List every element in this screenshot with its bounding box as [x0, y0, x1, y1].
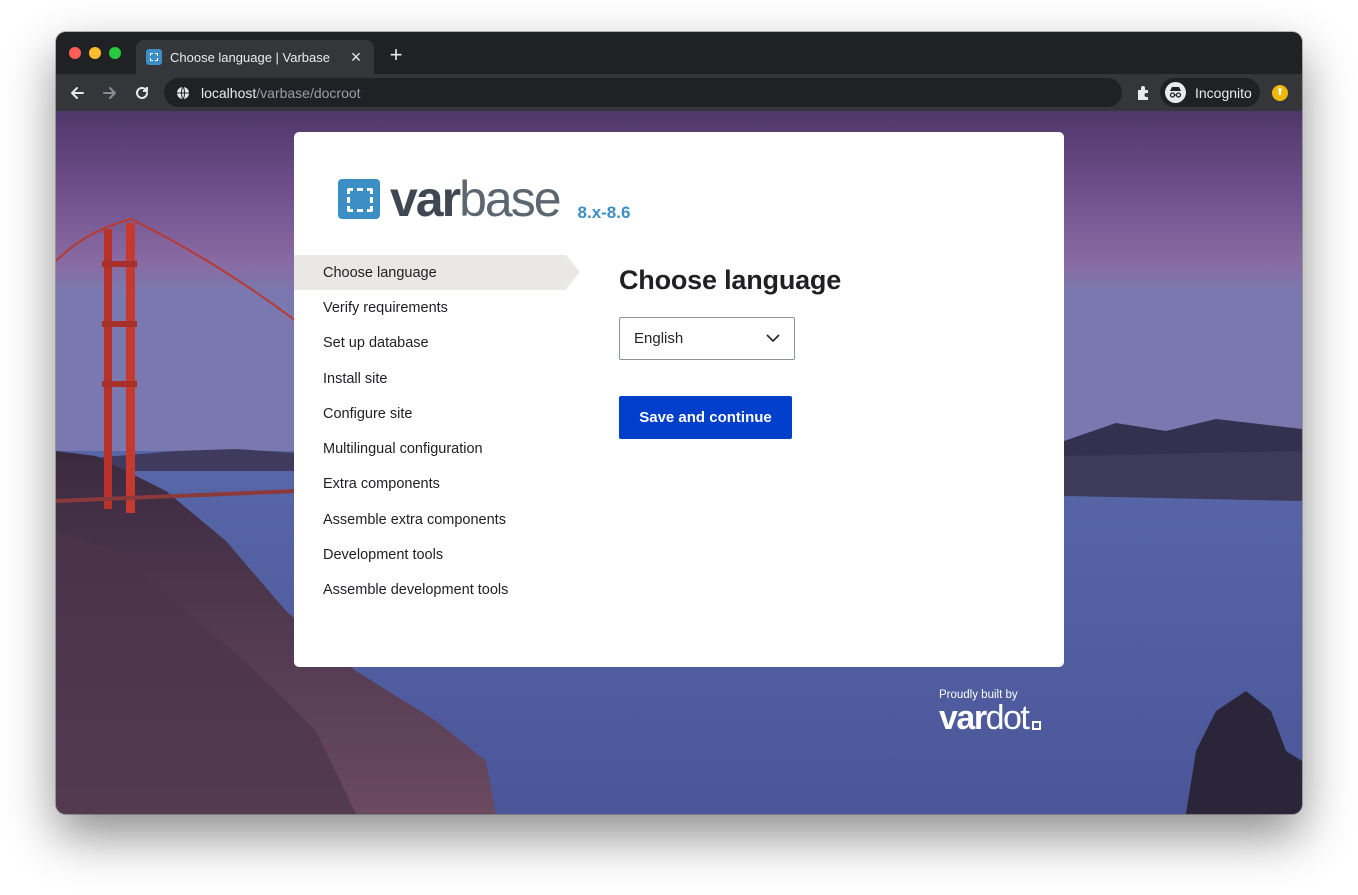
- browser-tab[interactable]: Choose language | Varbase ×: [136, 40, 374, 74]
- browser-toolbar: localhost/varbase/docroot Incognito ⬆: [56, 74, 1302, 111]
- arrow-left-icon[interactable]: [66, 82, 88, 104]
- globe-icon[interactable]: [175, 85, 191, 101]
- step-assemble-extra-components: Assemble extra components: [323, 511, 506, 528]
- puzzle-icon[interactable]: [1135, 84, 1153, 102]
- arrow-right-icon[interactable]: [99, 82, 121, 104]
- varbase-logo-icon: [338, 179, 380, 219]
- varbase-favicon-icon: [146, 49, 162, 65]
- update-icon[interactable]: ⬆: [1272, 85, 1288, 101]
- step-assemble-development-tools: Assemble development tools: [323, 582, 509, 599]
- vardot-logo: var dot: [939, 699, 1042, 737]
- incognito-label: Incognito: [1195, 84, 1252, 101]
- step-multilingual-configuration: Multilingual configuration: [323, 441, 483, 458]
- logo-word-bold: var: [390, 171, 461, 227]
- language-select-value: English: [634, 330, 684, 347]
- main-content: Choose language English Save and continu…: [619, 265, 841, 439]
- reload-icon[interactable]: [131, 82, 153, 104]
- maximize-window-button[interactable]: [109, 47, 121, 59]
- step-verify-requirements: Verify requirements: [323, 299, 448, 316]
- tab-close-icon[interactable]: ×: [346, 47, 366, 67]
- url-host: localhost: [201, 84, 257, 101]
- step-set-up-database: Set up database: [323, 335, 429, 352]
- install-steps: Choose language Verify requirements Set …: [294, 255, 584, 608]
- step-development-tools: Development tools: [323, 547, 444, 564]
- new-tab-button[interactable]: +: [386, 44, 406, 66]
- url-text: localhost/varbase/docroot: [201, 85, 361, 101]
- varbase-logo: varbase 8.x-8.6: [338, 174, 630, 224]
- tab-title: Choose language | Varbase: [170, 49, 330, 65]
- address-bar[interactable]: localhost/varbase/docroot: [164, 78, 1122, 107]
- vardot-credit[interactable]: Proudly built by var dot: [939, 689, 1042, 737]
- tab-strip: Choose language | Varbase × +: [56, 32, 1302, 74]
- step-install-site: Install site: [323, 370, 388, 387]
- step-extra-components: Extra components: [323, 476, 440, 493]
- vardot-logo-light: dot: [985, 699, 1030, 737]
- step-configure-site: Configure site: [323, 405, 413, 422]
- page-viewport: varbase 8.x-8.6 Choose language Verify r…: [56, 111, 1302, 814]
- browser-window: Choose language | Varbase × + localhost/…: [56, 32, 1302, 814]
- installer-card: varbase 8.x-8.6 Choose language Verify r…: [294, 132, 1064, 667]
- language-select[interactable]: English: [619, 317, 795, 360]
- logo-word-light: base: [459, 171, 561, 227]
- step-choose-language: Choose language: [294, 255, 580, 291]
- chevron-down-icon: [766, 330, 780, 347]
- vardot-logo-bold: var: [939, 699, 987, 737]
- version-label: 8.x-8.6: [577, 203, 631, 222]
- logo-wordmark: varbase: [390, 174, 562, 224]
- url-path: /varbase/docroot: [256, 84, 361, 101]
- save-and-continue-button[interactable]: Save and continue: [619, 396, 792, 439]
- incognito-icon: [1165, 82, 1186, 103]
- minimize-window-button[interactable]: [89, 47, 101, 59]
- incognito-indicator[interactable]: Incognito: [1160, 78, 1260, 107]
- vardot-square-icon: [1032, 721, 1042, 730]
- close-window-button[interactable]: [69, 47, 81, 59]
- page-title: Choose language: [619, 265, 842, 295]
